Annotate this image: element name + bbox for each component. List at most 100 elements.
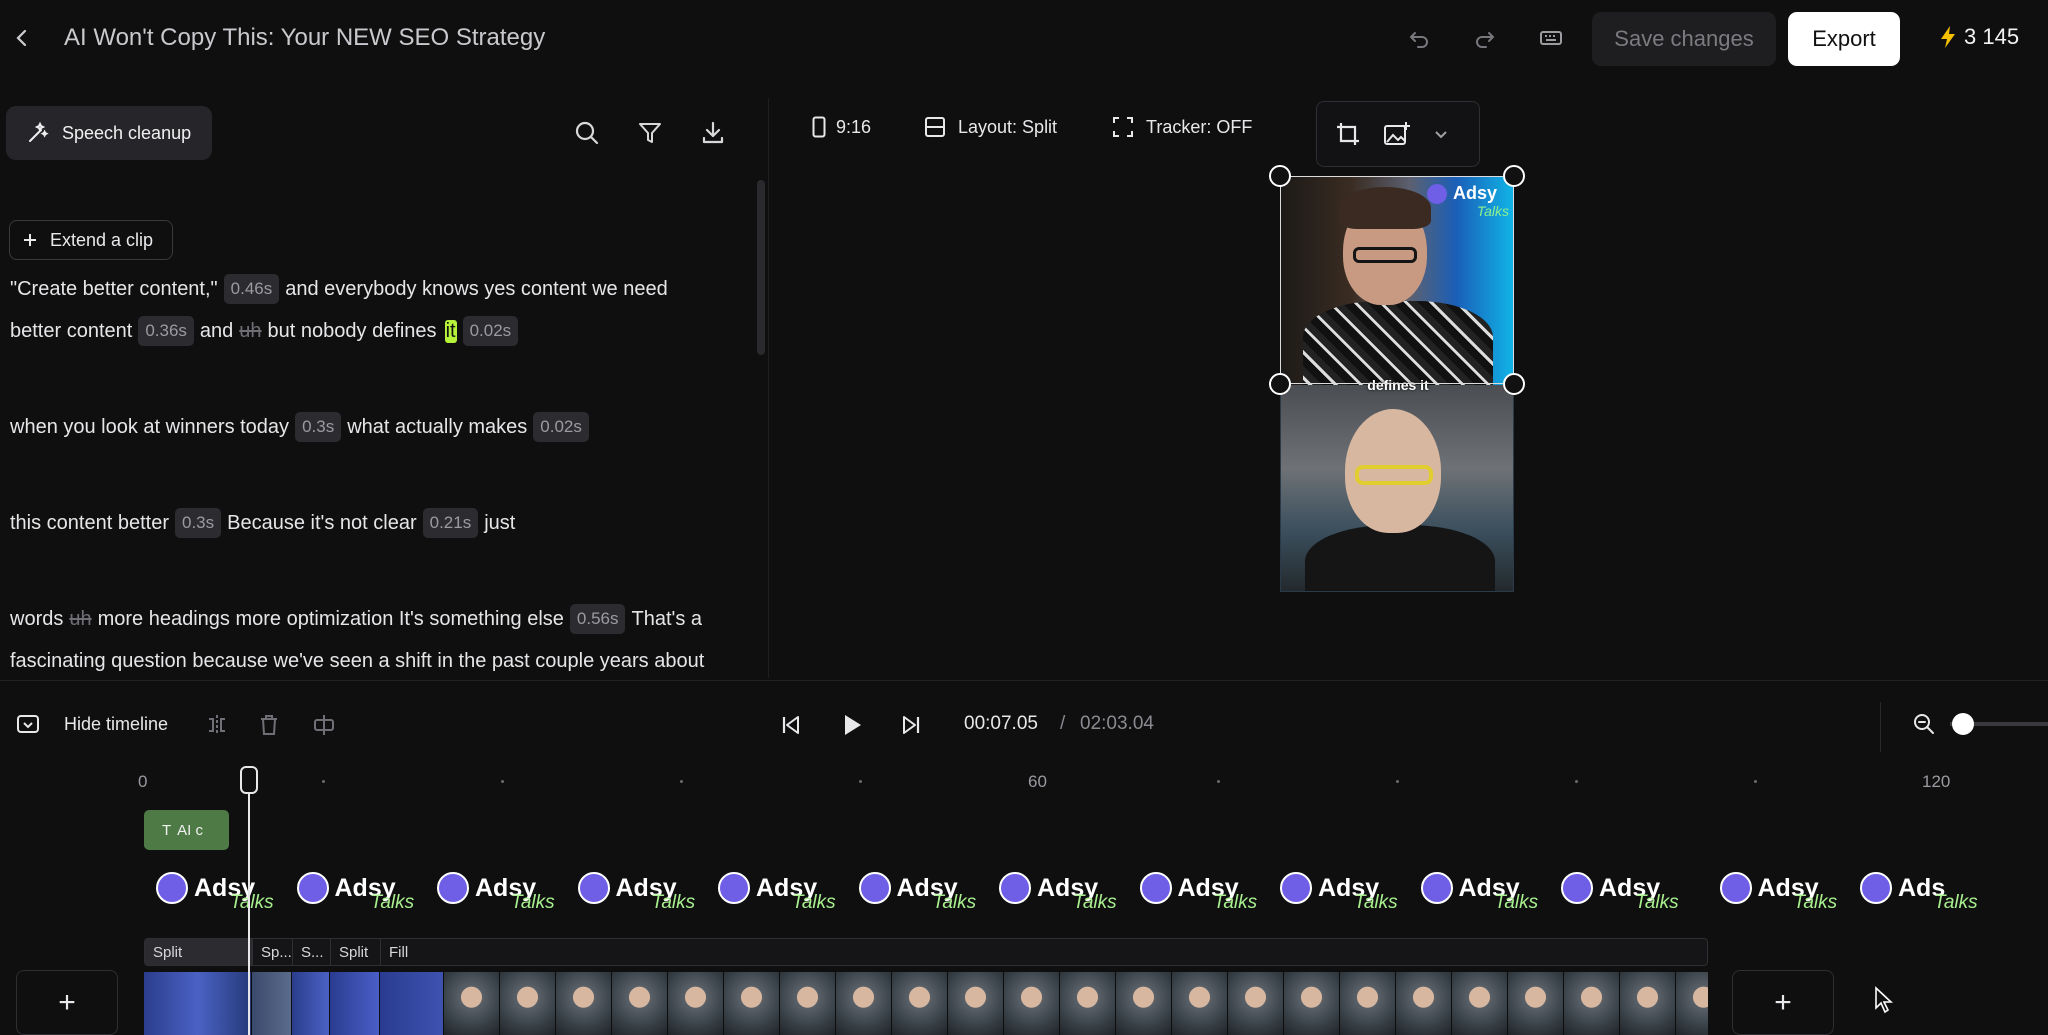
- plus-icon: [22, 232, 38, 248]
- keyboard-icon[interactable]: [1538, 25, 1564, 51]
- current-word-highlight[interactable]: it: [444, 319, 457, 343]
- search-icon[interactable]: [574, 120, 600, 146]
- transcript-word[interactable]: when you look at winners today: [10, 416, 289, 439]
- download-icon[interactable]: [700, 120, 726, 146]
- layout-segment[interactable]: Sp...: [253, 939, 293, 965]
- logo-clip[interactable]: Adsy Talks: [148, 860, 288, 916]
- logo-overlay-track[interactable]: Adsy Talks Adsy Talks Adsy Talks Adsy Talks Adsy…: [148, 860, 1978, 916]
- crop-icon[interactable]: [1335, 121, 1361, 147]
- aspect-ratio-button[interactable]: 9:16: [812, 116, 871, 138]
- logo-clip[interactable]: Adsy Talks: [570, 860, 710, 916]
- pause-pill[interactable]: 0.02s: [533, 412, 589, 442]
- panel-divider[interactable]: [768, 98, 769, 678]
- timeline-separator[interactable]: [0, 680, 2048, 681]
- pause-pill[interactable]: 0.56s: [569, 604, 626, 634]
- transcript-scrollbar[interactable]: [757, 180, 765, 355]
- logo-clip[interactable]: Adsy Talks: [289, 860, 429, 916]
- logo-clip[interactable]: Adsy Talks: [1712, 860, 1852, 916]
- layout-segment[interactable]: Split: [331, 939, 381, 965]
- hide-timeline-button[interactable]: Hide timeline: [16, 712, 168, 736]
- logo-subtitle: Talks: [1934, 892, 1978, 913]
- layout-segment[interactable]: S...: [293, 939, 331, 965]
- zoom-out-icon[interactable]: [1912, 712, 1936, 736]
- filter-icon[interactable]: [637, 120, 663, 146]
- resize-handle-bottom-left[interactable]: [1269, 373, 1291, 395]
- add-clip-end-button[interactable]: +: [1732, 970, 1834, 1035]
- removed-filler-word[interactable]: uh: [69, 608, 91, 631]
- toolbar-divider: [1880, 702, 1881, 752]
- logo-clip[interactable]: Adsy Talks: [1132, 860, 1272, 916]
- extend-clip-button[interactable]: Extend a clip: [9, 220, 173, 260]
- credits-balance[interactable]: 3 145: [1938, 24, 2019, 50]
- brand-logo-icon: [1280, 872, 1312, 904]
- redo-icon[interactable]: [1472, 25, 1498, 51]
- skip-forward-icon[interactable]: [900, 714, 922, 736]
- transcript-word[interactable]: That's a: [631, 608, 702, 631]
- transcript-word[interactable]: what actually makes: [347, 416, 527, 439]
- split-clip-icon[interactable]: [206, 714, 228, 736]
- play-icon[interactable]: [840, 712, 864, 738]
- video-filmstrip-track[interactable]: [144, 972, 1708, 1035]
- resize-handle-bottom-right[interactable]: [1503, 373, 1525, 395]
- logo-clip[interactable]: Ads Talks: [1852, 860, 1978, 916]
- brand-logo-icon: [1719, 872, 1752, 904]
- transcript-word[interactable]: but nobody defines: [268, 320, 437, 343]
- logo-clip[interactable]: Adsy Talks: [710, 860, 850, 916]
- pause-pill[interactable]: 0.02s: [462, 316, 519, 346]
- remove-gaps-icon[interactable]: [312, 714, 336, 736]
- pause-pill[interactable]: 0.3s: [174, 508, 222, 538]
- chevron-down-icon[interactable]: [1433, 126, 1449, 142]
- playhead-line[interactable]: [248, 770, 250, 1035]
- ruler-tick: [859, 780, 862, 783]
- logo-clip[interactable]: Adsy Talks: [429, 860, 569, 916]
- trash-icon[interactable]: [258, 714, 280, 736]
- logo-clip[interactable]: Adsy Talks: [1272, 860, 1412, 916]
- transcript-word[interactable]: better content: [10, 320, 132, 343]
- filmstrip-frame: [612, 972, 668, 1035]
- project-title[interactable]: AI Won't Copy This: Your NEW SEO Strateg…: [64, 24, 545, 52]
- resize-handle-top-left[interactable]: [1269, 165, 1291, 187]
- tracker-button[interactable]: Tracker: OFF: [1112, 116, 1252, 138]
- layout-button[interactable]: Layout: Split: [924, 116, 1057, 138]
- logo-clip[interactable]: Adsy Talks: [1413, 860, 1553, 916]
- selection-box[interactable]: [1280, 176, 1514, 384]
- skip-back-icon[interactable]: [780, 714, 802, 736]
- save-changes-button[interactable]: Save changes: [1592, 12, 1776, 66]
- transcript-word[interactable]: this content better: [10, 512, 169, 535]
- filmstrip-frame: [1116, 972, 1172, 1035]
- transcript-word[interactable]: more headings more optimization It's som…: [98, 608, 564, 631]
- transcript-word[interactable]: and: [200, 320, 233, 343]
- transcript-word[interactable]: "Create better content,": [10, 278, 218, 301]
- transcript-word[interactable]: fascinating question because we've seen …: [10, 650, 704, 673]
- layout-segment[interactable]: Split: [145, 939, 253, 965]
- pause-pill[interactable]: 0.46s: [223, 274, 280, 304]
- logo-clip[interactable]: Adsy Talks: [851, 860, 991, 916]
- pause-pill[interactable]: 0.36s: [138, 316, 194, 346]
- filmstrip-frame: [144, 972, 252, 1035]
- logo-subtitle: Talks: [1494, 892, 1539, 913]
- transcript-word[interactable]: and everybody knows yes content we need: [285, 278, 667, 301]
- undo-icon[interactable]: [1406, 25, 1432, 51]
- removed-filler-word[interactable]: uh: [239, 320, 261, 343]
- export-button[interactable]: Export: [1788, 12, 1900, 66]
- speech-cleanup-button[interactable]: Speech cleanup: [6, 106, 212, 160]
- zoom-slider-handle[interactable]: [1952, 713, 1974, 735]
- brand-logo-icon: [1860, 872, 1892, 904]
- resize-handle-top-right[interactable]: [1503, 165, 1525, 187]
- pause-pill[interactable]: 0.3s: [295, 412, 342, 442]
- transcript-word[interactable]: just: [484, 512, 515, 535]
- transcript-word[interactable]: words: [10, 608, 63, 631]
- add-image-icon[interactable]: [1383, 121, 1411, 147]
- playhead-handle[interactable]: [240, 766, 258, 794]
- pause-pill[interactable]: 0.21s: [422, 508, 479, 538]
- magic-wand-icon: [26, 121, 50, 145]
- phone-icon: [812, 116, 826, 138]
- text-clip[interactable]: T AI c: [144, 810, 229, 850]
- brand-logo-icon: [296, 872, 329, 904]
- logo-clip[interactable]: Adsy Talks: [991, 860, 1131, 916]
- back-arrow-icon[interactable]: [10, 26, 34, 50]
- layout-segment[interactable]: Fill: [381, 939, 1707, 965]
- transcript-word[interactable]: Because it's not clear: [227, 512, 416, 535]
- logo-clip[interactable]: Adsy Talks: [1553, 860, 1693, 916]
- add-clip-start-button[interactable]: +: [16, 970, 118, 1035]
